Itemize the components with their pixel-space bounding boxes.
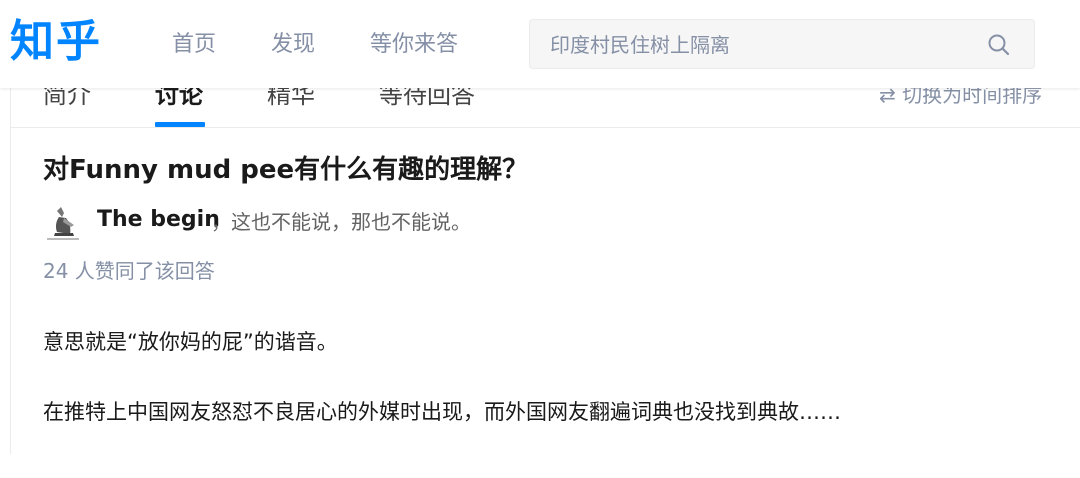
tabs-divider xyxy=(11,127,1080,128)
search-box[interactable] xyxy=(529,19,1035,69)
search-icon[interactable] xyxy=(986,32,1012,58)
top-header: 知乎 首页 发现 等你来答 xyxy=(0,0,1080,88)
author-bio: ，这也不能说，那也不能说。 xyxy=(211,210,471,234)
answer-paragraph: 意思就是“放你妈的屁”的谐音。 xyxy=(43,330,338,354)
vote-count: 24 人赞同了该回答 xyxy=(43,259,215,283)
avatar[interactable] xyxy=(43,203,83,243)
zhihu-logo[interactable]: 知乎 xyxy=(10,14,102,70)
nav-waiting-answers[interactable]: 等你来答 xyxy=(370,29,458,61)
nav-home[interactable]: 首页 xyxy=(172,29,216,61)
answer-card: 简介 讨论 精华 等待回答 ⇄ 切换为时间排序 对Funny mud pee有什… xyxy=(10,70,1080,454)
answer-paragraph: 在推特上中国网友怒怼不良居心的外媒时出现，而外国网友翻遍词典也没找到典故…… xyxy=(43,400,841,424)
zhihu-page: 简介 讨论 精华 等待回答 ⇄ 切换为时间排序 对Funny mud pee有什… xyxy=(0,0,1080,478)
question-title[interactable]: 对Funny mud pee有什么有趣的理解？ xyxy=(43,152,528,188)
search-input[interactable] xyxy=(548,28,972,62)
nav-explore[interactable]: 发现 xyxy=(271,29,315,61)
author-name[interactable]: The begin xyxy=(97,204,220,236)
